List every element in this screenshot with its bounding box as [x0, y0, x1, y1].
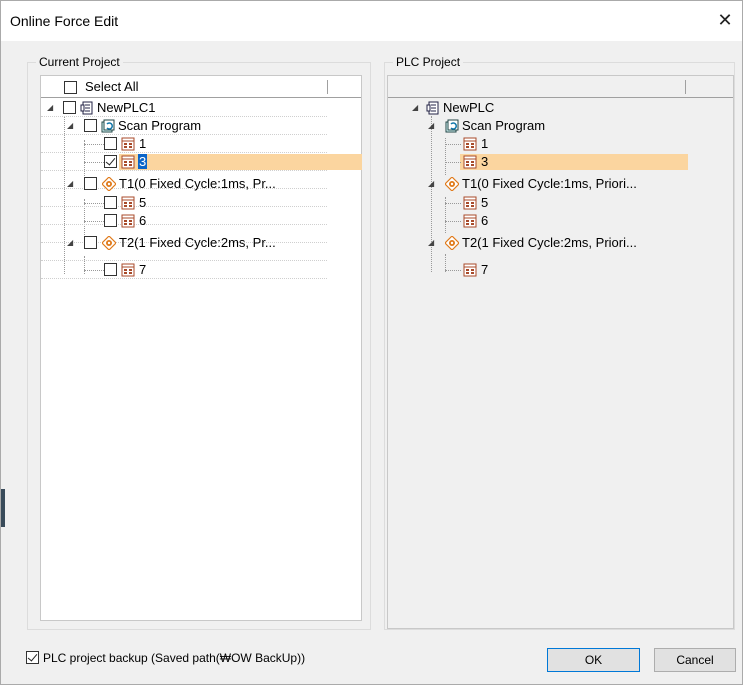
program-icon: [121, 214, 135, 228]
task-icon: [445, 177, 459, 191]
program-1-label[interactable]: 1: [139, 135, 146, 152]
program-3-label[interactable]: 3: [138, 153, 148, 170]
program-5-label[interactable]: 5: [481, 194, 488, 211]
program-icon: [121, 155, 135, 169]
program-3-label[interactable]: 3: [481, 153, 488, 170]
collapse-arrow-icon[interactable]: ◢: [428, 122, 436, 130]
program-3-text: 3: [138, 154, 148, 169]
program-icon: [463, 214, 477, 228]
task-1-label[interactable]: T1(0 Fixed Cycle:1ms, Pr...: [119, 175, 276, 192]
program-5-label[interactable]: 5: [139, 194, 146, 211]
backup-checkbox[interactable]: [26, 651, 39, 664]
program-6-label[interactable]: 6: [139, 212, 146, 229]
row-divider: [41, 224, 327, 225]
header-separator: [327, 80, 328, 94]
title-bar: Online Force Edit ✕: [1, 1, 742, 41]
program-7-label[interactable]: 7: [481, 261, 488, 278]
tree-line: [84, 256, 85, 274]
tree-header: [388, 76, 733, 98]
plc-project-label: PLC Project: [393, 55, 464, 69]
tree-line: [84, 162, 104, 163]
current-project-tree[interactable]: Select All ◢ NewPLC1 ◢ Scan Program 1 3 …: [40, 75, 362, 621]
task-icon: [102, 177, 116, 191]
current-project-label: Current Project: [36, 55, 123, 69]
collapse-arrow-icon[interactable]: ◢: [67, 122, 75, 130]
tree-line: [431, 116, 432, 272]
collapse-arrow-icon[interactable]: ◢: [428, 180, 436, 188]
collapse-arrow-icon[interactable]: ◢: [67, 180, 75, 188]
program-1-checkbox[interactable]: [104, 137, 117, 150]
tree-line: [84, 144, 104, 145]
scan-program-label[interactable]: Scan Program: [118, 117, 201, 134]
tree-line: [445, 162, 461, 163]
dialog-title: Online Force Edit: [10, 13, 119, 29]
task-2-label[interactable]: T2(1 Fixed Cycle:2ms, Priori...: [462, 234, 637, 251]
program-5-checkbox[interactable]: [104, 196, 117, 209]
task-1-checkbox[interactable]: [84, 177, 97, 190]
selected-row-highlight: [460, 154, 688, 170]
tree-header: Select All: [41, 76, 361, 98]
plc-icon: [80, 101, 93, 115]
tree-line: [84, 221, 104, 222]
select-all-label: Select All: [85, 79, 139, 94]
program-6-label[interactable]: 6: [481, 212, 488, 229]
tree-line: [445, 270, 461, 271]
program-6-checkbox[interactable]: [104, 214, 117, 227]
backup-label[interactable]: PLC project backup (Saved path(₩OW BackU…: [43, 651, 305, 665]
close-icon[interactable]: ✕: [714, 9, 736, 31]
row-divider: [41, 278, 327, 279]
program-7-checkbox[interactable]: [104, 263, 117, 276]
task-icon: [102, 236, 116, 250]
select-all-checkbox[interactable]: [64, 81, 77, 94]
scan-program-label[interactable]: Scan Program: [462, 117, 545, 134]
collapse-arrow-icon[interactable]: ◢: [47, 104, 55, 112]
row-divider: [41, 152, 327, 153]
ok-button[interactable]: OK: [547, 648, 640, 672]
tree-line: [64, 116, 65, 274]
root-checkbox[interactable]: [63, 101, 76, 114]
collapse-arrow-icon[interactable]: ◢: [67, 239, 75, 247]
program-icon: [121, 263, 135, 277]
plc-icon: [426, 101, 439, 115]
tree-line: [84, 270, 104, 271]
collapse-arrow-icon[interactable]: ◢: [412, 104, 420, 112]
collapse-arrow-icon[interactable]: ◢: [428, 239, 436, 247]
program-icon: [121, 196, 135, 210]
background-window-edge: [1, 489, 5, 527]
program-icon: [463, 196, 477, 210]
cancel-button[interactable]: Cancel: [654, 648, 736, 672]
current-project-group: Current Project Select All ◢ NewPLC1 ◢ S…: [27, 55, 371, 630]
row-divider: [41, 170, 327, 171]
row-divider: [41, 206, 327, 207]
program-icon: [463, 137, 477, 151]
row-divider: [41, 260, 327, 261]
task-2-label[interactable]: T2(1 Fixed Cycle:2ms, Pr...: [119, 234, 276, 251]
task-icon: [445, 236, 459, 250]
tree-line: [84, 203, 104, 204]
program-1-label[interactable]: 1: [481, 135, 488, 152]
task-1-label[interactable]: T1(0 Fixed Cycle:1ms, Priori...: [462, 175, 637, 192]
program-7-label[interactable]: 7: [139, 261, 146, 278]
program-3-checkbox[interactable]: [104, 155, 117, 168]
header-separator: [685, 80, 686, 94]
online-force-edit-dialog: Online Force Edit ✕ Current Project Sele…: [0, 0, 743, 685]
tree-line: [84, 199, 85, 235]
row-divider: [41, 134, 327, 135]
scan-program-icon: [101, 119, 115, 133]
selected-row-highlight: [119, 154, 362, 170]
root-label[interactable]: NewPLC1: [97, 99, 156, 116]
scan-program-icon: [445, 119, 459, 133]
tree-line: [445, 144, 461, 145]
root-label[interactable]: NewPLC: [443, 99, 494, 116]
plc-project-group: PLC Project ◢ NewPLC ◢ Scan Program 1 3 …: [384, 55, 735, 630]
scan-program-checkbox[interactable]: [84, 119, 97, 132]
program-icon: [463, 155, 477, 169]
program-icon: [463, 263, 477, 277]
task-2-checkbox[interactable]: [84, 236, 97, 249]
plc-project-tree[interactable]: ◢ NewPLC ◢ Scan Program 1 3 ◢ T1(0 Fixed…: [387, 75, 734, 629]
program-icon: [121, 137, 135, 151]
tree-line: [445, 221, 461, 222]
tree-line: [445, 203, 461, 204]
